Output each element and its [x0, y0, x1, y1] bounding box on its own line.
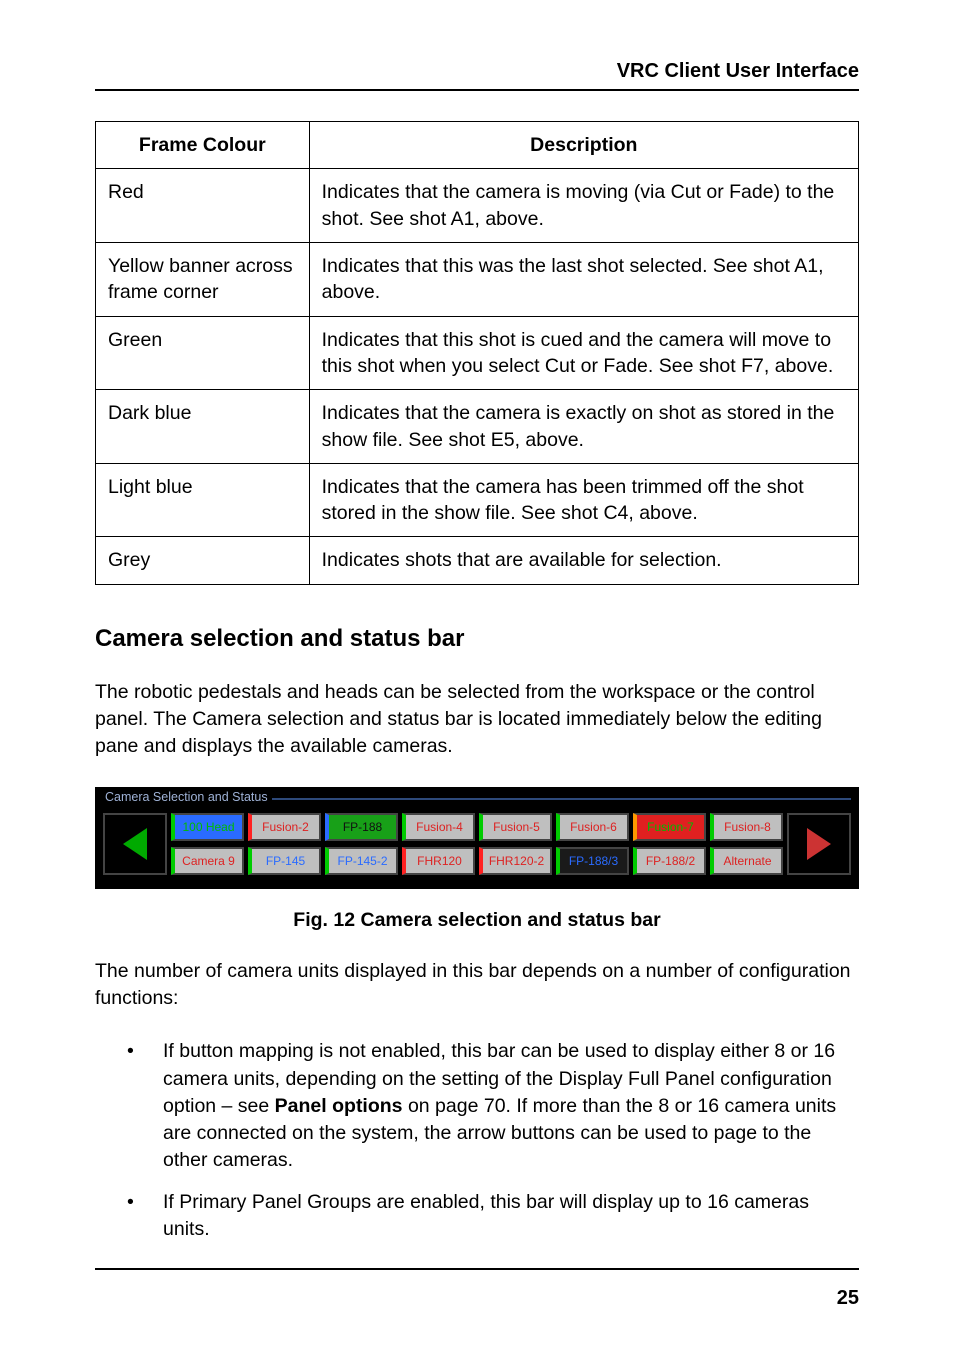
panel-options-ref: Panel options: [275, 1095, 403, 1117]
post-figure-paragraph: The number of camera units displayed in …: [95, 958, 859, 1013]
figure-label-line: [272, 798, 851, 800]
arrow-right-icon: [807, 828, 831, 860]
list-item: If Primary Panel Groups are enabled, thi…: [127, 1189, 859, 1244]
figure-panel-label: Camera Selection and Status: [105, 790, 268, 804]
camera-button[interactable]: FHR120: [402, 847, 475, 875]
table-row: Dark blue Indicates that the camera is e…: [96, 390, 859, 464]
camera-button[interactable]: FP-188/2: [633, 847, 706, 875]
page-left-button[interactable]: [103, 813, 167, 875]
table-row: Green Indicates that this shot is cued a…: [96, 316, 859, 390]
table-row: Grey Indicates shots that are available …: [96, 537, 859, 584]
cell-desc: Indicates that the camera is moving (via…: [309, 169, 858, 243]
camera-button[interactable]: FP-188/3: [556, 847, 629, 875]
cell-colour: Red: [96, 169, 310, 243]
page-right-button[interactable]: [787, 813, 851, 875]
cell-desc: Indicates that the camera is exactly on …: [309, 390, 858, 464]
figure-caption: Fig. 12 Camera selection and status bar: [95, 909, 859, 932]
table-header-colour: Frame Colour: [96, 122, 310, 169]
footer-rule: [95, 1268, 859, 1270]
arrow-left-icon: [123, 828, 147, 860]
list-item: If button mapping is not enabled, this b…: [127, 1038, 859, 1174]
bullet-text: If Primary Panel Groups are enabled, thi…: [163, 1191, 809, 1240]
cell-desc: Indicates that this shot is cued and the…: [309, 316, 858, 390]
camera-button[interactable]: Fusion-2: [248, 813, 321, 841]
camera-button[interactable]: Fusion-4: [402, 813, 475, 841]
bullet-list: If button mapping is not enabled, this b…: [127, 1038, 859, 1243]
table-row: Red Indicates that the camera is moving …: [96, 169, 859, 243]
camera-status-figure: Camera Selection and Status 100 Head Fus…: [95, 787, 859, 889]
cell-colour: Green: [96, 316, 310, 390]
camera-button[interactable]: Fusion-7: [633, 813, 706, 841]
camera-button[interactable]: FP-145: [248, 847, 321, 875]
header-rule: [95, 89, 859, 91]
cell-desc: Indicates shots that are available for s…: [309, 537, 858, 584]
cell-colour: Yellow banner across frame corner: [96, 242, 310, 316]
cell-desc: Indicates that this was the last shot se…: [309, 242, 858, 316]
camera-button[interactable]: Camera 9: [171, 847, 244, 875]
page-number: 25: [837, 1287, 859, 1310]
camera-button[interactable]: FHR120-2: [479, 847, 552, 875]
camera-button[interactable]: Fusion-5: [479, 813, 552, 841]
camera-button[interactable]: Fusion-6: [556, 813, 629, 841]
frame-colour-table: Frame Colour Description Red Indicates t…: [95, 121, 859, 585]
cell-colour: Dark blue: [96, 390, 310, 464]
camera-button[interactable]: 100 Head: [171, 813, 244, 841]
header-title: VRC Client User Interface: [95, 60, 859, 83]
table-row: Yellow banner across frame corner Indica…: [96, 242, 859, 316]
intro-paragraph: The robotic pedestals and heads can be s…: [95, 679, 859, 761]
camera-button[interactable]: Alternate: [710, 847, 783, 875]
camera-button[interactable]: FP-188: [325, 813, 398, 841]
cell-colour: Light blue: [96, 463, 310, 537]
camera-button[interactable]: Fusion-8: [710, 813, 783, 841]
camera-button[interactable]: FP-145-2: [325, 847, 398, 875]
cell-desc: Indicates that the camera has been trimm…: [309, 463, 858, 537]
cell-colour: Grey: [96, 537, 310, 584]
table-header-description: Description: [309, 122, 858, 169]
section-heading: Camera selection and status bar: [95, 625, 859, 653]
table-row: Light blue Indicates that the camera has…: [96, 463, 859, 537]
